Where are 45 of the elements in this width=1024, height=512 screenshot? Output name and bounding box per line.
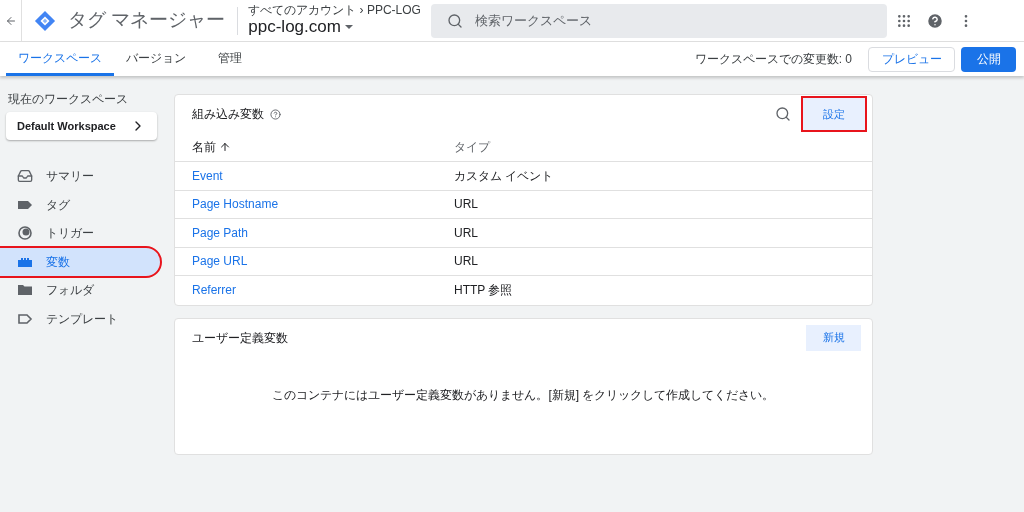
table-cell-text: URL xyxy=(454,253,478,271)
nav-item[interactable]: タグ xyxy=(0,190,160,219)
variable-link[interactable]: Page Path xyxy=(192,223,454,242)
nav-item[interactable]: フォルダ xyxy=(0,276,160,305)
variable-link[interactable]: Page Hostname xyxy=(192,195,454,214)
workspace-label: 現在のワークスペース xyxy=(8,91,129,108)
table-cell-text: カスタム イベント xyxy=(454,167,554,185)
logo-icon xyxy=(34,9,56,32)
publish-button[interactable]: 公開 xyxy=(961,46,1016,72)
variable-link[interactable]: Referrer xyxy=(192,281,454,300)
app-title: タグ マネージャー xyxy=(68,8,226,33)
card-title: 組み込み変数 xyxy=(192,106,264,123)
tab[interactable]: 管理 xyxy=(206,42,254,76)
container-selector[interactable]: ppc-log.com xyxy=(248,17,421,37)
table-cell-text: URL xyxy=(454,224,478,242)
apps-icon[interactable] xyxy=(896,12,912,29)
table-cell-text: URL xyxy=(454,196,478,214)
empty-message: このコンテナにはユーザー定義変数がありません。[新規] をクリックして作成してください。 xyxy=(272,387,775,404)
tab[interactable]: バージョン xyxy=(114,42,198,76)
column-header: タイプ xyxy=(454,139,490,156)
workspace-selector[interactable]: Default Workspace xyxy=(6,112,157,140)
nav-item[interactable]: テンプレート xyxy=(0,304,160,333)
search-icon xyxy=(446,12,463,29)
circles-icon xyxy=(17,225,33,242)
variable-link[interactable]: Page URL xyxy=(192,252,454,271)
sort-arrow-icon[interactable] xyxy=(219,141,231,153)
tab[interactable]: ワークスペース xyxy=(6,42,114,76)
nav-item[interactable]: サマリー xyxy=(0,162,160,191)
nav-item[interactable]: トリガー xyxy=(0,219,160,248)
search-icon[interactable] xyxy=(775,106,791,122)
variable-link[interactable]: Event xyxy=(192,166,454,185)
caret-icon xyxy=(344,25,353,29)
card-title: ユーザー定義変数 xyxy=(192,329,288,347)
new-button[interactable]: 新規 xyxy=(806,324,861,351)
column-header[interactable]: 名前 xyxy=(192,138,216,156)
change-count: ワークスペースでの変更数: 0 xyxy=(694,51,852,68)
tray-icon xyxy=(17,168,33,185)
preview-button[interactable]: プレビュー xyxy=(868,46,955,72)
help-icon[interactable] xyxy=(270,108,281,120)
table-cell-text: HTTP 参照 xyxy=(454,282,513,300)
search-field[interactable]: 検索ワークスペース xyxy=(430,3,887,38)
breadcrumb: すべてのアカウント › PPC-LOG xyxy=(248,4,421,17)
back-arrow-icon xyxy=(4,14,17,27)
nav-item[interactable]: 変数 xyxy=(0,247,160,276)
configure-button[interactable]: 設定 xyxy=(803,98,865,130)
